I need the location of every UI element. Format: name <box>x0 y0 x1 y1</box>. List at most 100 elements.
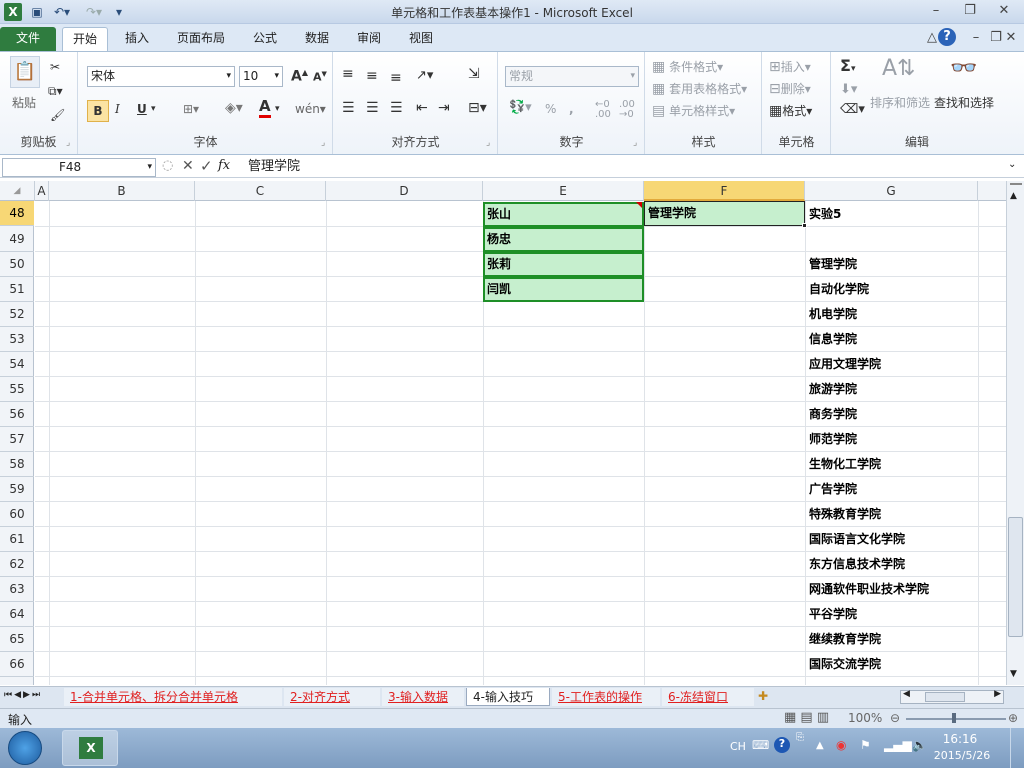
row-header-59[interactable]: 59 <box>0 477 34 502</box>
cell-g48[interactable]: 实验5 <box>809 202 841 227</box>
workbook-close-icon[interactable]: ✕ <box>1000 29 1022 47</box>
align-right-icon[interactable]: ☰ <box>390 100 403 116</box>
find-select-button[interactable]: 查找和选择 <box>934 94 994 111</box>
keyboard-icon[interactable]: ⌨ <box>752 738 769 752</box>
orientation-icon[interactable]: ↗▾ <box>416 68 433 83</box>
cell-e48[interactable]: 张山 <box>483 202 644 227</box>
cell-g62[interactable]: 东方信息技术学院 <box>809 552 905 577</box>
tab-file[interactable]: 文件 <box>0 27 56 51</box>
zoom-level[interactable]: 100% <box>848 711 882 725</box>
tab-page-layout[interactable]: 页面布局 <box>168 27 234 51</box>
sheet-tab-1[interactable]: 1-合并单元格、拆分合并单元格 <box>64 688 282 706</box>
cell-g56[interactable]: 商务学院 <box>809 402 857 427</box>
horizontal-scrollbar[interactable]: ◀ ▶ <box>900 689 1004 704</box>
tray-expand-icon[interactable]: ▲ <box>816 740 824 751</box>
phonetic-icon[interactable]: wén▾ <box>295 102 326 116</box>
sheet-tab-5[interactable]: 5-工作表的操作 <box>552 688 660 706</box>
font-size-box[interactable]: 10 ▾ <box>239 66 283 87</box>
format-painter-icon[interactable]: 🖌 <box>50 108 65 122</box>
cell-styles-button[interactable]: ▤ 单元格样式▾ <box>652 102 735 119</box>
insert-sheet-icon[interactable]: ✚ <box>758 689 768 703</box>
split-box-icon[interactable] <box>1010 183 1022 189</box>
row-header-57[interactable]: 57 <box>0 427 34 452</box>
delete-cells-button[interactable]: ⊟删除▾ <box>769 80 811 97</box>
cut-icon[interactable]: ✂ <box>50 60 60 74</box>
scroll-right-icon[interactable]: ▶ <box>994 689 1001 699</box>
row-header-55[interactable]: 55 <box>0 377 34 402</box>
align-top-icon[interactable]: ≡ <box>342 66 354 82</box>
insert-cells-button[interactable]: ⊞插入▾ <box>769 58 811 75</box>
row-header-56[interactable]: 56 <box>0 402 34 427</box>
clipboard-launcher-icon[interactable]: ⌟ <box>66 138 70 148</box>
clock-date[interactable]: 2015/5/26 <box>932 749 992 762</box>
zoom-out-icon[interactable]: ⊖ <box>890 711 900 725</box>
cell-g50[interactable]: 管理学院 <box>809 252 857 277</box>
tab-formulas[interactable]: 公式 <box>242 27 288 51</box>
column-header-e[interactable]: E <box>483 181 644 201</box>
ime-help-icon[interactable]: ? <box>774 737 790 753</box>
row-header-53[interactable]: 53 <box>0 327 34 352</box>
row-header-63[interactable]: 63 <box>0 577 34 602</box>
taskbar-excel-button[interactable]: X <box>62 730 118 766</box>
row-header-66[interactable]: 66 <box>0 652 34 677</box>
action-center-icon[interactable]: ⚑ <box>860 738 871 752</box>
decrease-decimal-icon[interactable]: .00 →0 <box>619 100 635 120</box>
grow-font-button[interactable]: A▲ <box>291 68 308 85</box>
show-desktop-button[interactable] <box>1010 728 1024 768</box>
cell-g65[interactable]: 继续教育学院 <box>809 627 881 652</box>
column-header-f[interactable]: F <box>644 181 805 201</box>
cell-f48-active[interactable]: 管理学院 <box>644 201 805 226</box>
language-indicator[interactable]: CH <box>730 740 746 753</box>
zoom-slider-thumb[interactable] <box>952 713 956 723</box>
cell-grid[interactable]: 张山 杨忠 张莉 闫凯 管理学院 实验5 管理学院 自动化学院 机电学院 信息学院 应用文理学院 旅游… <box>35 201 1006 685</box>
italic-button[interactable]: I <box>115 102 120 116</box>
cell-e50[interactable]: 张莉 <box>483 252 644 277</box>
decrease-indent-icon[interactable]: ⇤ <box>416 100 428 116</box>
copy-icon[interactable]: ⧉▾ <box>48 84 63 99</box>
row-header-50[interactable]: 50 <box>0 252 34 277</box>
row-header-58[interactable]: 58 <box>0 452 34 477</box>
cell-g51[interactable]: 自动化学院 <box>809 277 869 302</box>
cell-g57[interactable]: 师范学院 <box>809 427 857 452</box>
start-button-icon[interactable] <box>8 731 42 765</box>
cell-e49[interactable]: 杨忠 <box>483 227 644 252</box>
autosum-button[interactable]: Σ▾ <box>840 56 855 75</box>
row-header-51[interactable]: 51 <box>0 277 34 302</box>
conditional-format-button[interactable]: ▦ 条件格式▾ <box>652 58 723 75</box>
shrink-font-button[interactable]: A▼ <box>313 70 327 84</box>
alignment-launcher-icon[interactable]: ⌟ <box>486 138 490 148</box>
percent-button[interactable]: % <box>545 102 556 116</box>
row-header-49[interactable]: 49 <box>0 227 34 252</box>
sheet-tab-4[interactable]: 4-输入技巧 <box>466 688 550 706</box>
formula-bar-expand-icon[interactable]: ◌ <box>162 158 173 173</box>
ime-options-icon[interactable]: ⎘ <box>796 732 804 743</box>
sort-filter-icon[interactable]: A⇅ <box>882 56 915 81</box>
cell-g63[interactable]: 网通软件职业技术学院 <box>809 577 929 602</box>
border-icon[interactable]: ⊞▾ <box>183 102 199 116</box>
view-buttons-icon[interactable]: ▦ ▤ ▥ <box>784 710 829 725</box>
formula-expand-icon[interactable]: ⌄ <box>1008 159 1016 170</box>
scroll-thumb[interactable] <box>1008 517 1023 637</box>
formula-input[interactable]: 管理学院 <box>240 158 1010 177</box>
tab-data[interactable]: 数据 <box>294 27 340 51</box>
font-color-button[interactable]: A <box>259 98 271 118</box>
column-header-a[interactable]: A <box>35 181 49 201</box>
underline-dropdown-icon[interactable]: ▾ <box>151 104 156 114</box>
binoculars-icon[interactable]: 👓 <box>950 56 977 81</box>
zoom-in-icon[interactable]: ⊕ <box>1008 711 1018 725</box>
cell-e51[interactable]: 闫凯 <box>483 277 644 302</box>
align-bottom-icon[interactable]: ≡ <box>390 70 402 86</box>
row-header-60[interactable]: 60 <box>0 502 34 527</box>
name-box[interactable]: F48 ▾ <box>2 158 156 177</box>
wrap-text-icon[interactable]: ⇲ <box>468 66 480 82</box>
clock-time[interactable]: 16:16 <box>940 732 980 746</box>
sheet-tab-3[interactable]: 3-输入数据 <box>382 688 464 706</box>
paste-button[interactable]: 粘贴 <box>12 94 36 111</box>
cell-g64[interactable]: 平谷学院 <box>809 602 857 627</box>
scroll-up-icon[interactable]: ▲ <box>1010 191 1017 201</box>
align-center-icon[interactable]: ☰ <box>366 100 379 116</box>
tab-insert[interactable]: 插入 <box>114 27 160 51</box>
close-button[interactable]: ✕ <box>990 2 1018 20</box>
help-icon[interactable]: ? <box>938 28 956 46</box>
cancel-entry-icon[interactable]: ✕ <box>182 158 194 174</box>
